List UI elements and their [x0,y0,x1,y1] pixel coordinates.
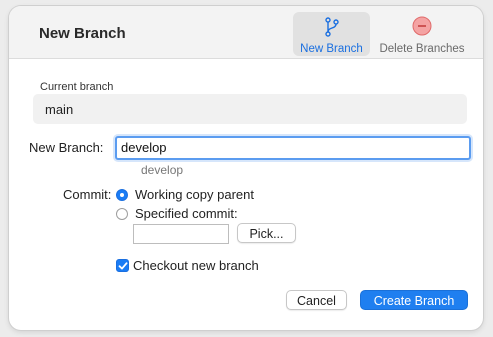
current-branch-label: Current branch [40,81,114,93]
tab-new-branch[interactable]: New Branch [293,12,370,56]
checkout-label[interactable]: Checkout new branch [133,258,259,273]
checkout-checkbox[interactable] [116,259,129,272]
cancel-button[interactable]: Cancel [286,290,347,310]
radio-working-copy-parent[interactable] [116,189,128,201]
checkmark-icon [118,262,128,270]
current-branch-box: main [33,94,467,124]
current-branch-value: main [45,102,74,117]
pick-button[interactable]: Pick... [237,223,296,243]
commit-label: Commit: [63,187,112,202]
new-branch-label: New Branch: [29,140,104,155]
radio-specified-commit[interactable] [116,208,128,220]
tab-delete-branches-label: Delete Branches [379,43,465,55]
working-copy-parent-label[interactable]: Working copy parent [135,187,254,202]
create-branch-button[interactable]: Create Branch [360,290,468,310]
dialog-title: New Branch [39,25,126,42]
branch-icon [293,16,370,38]
specified-commit-field[interactable] [133,224,229,244]
new-branch-dialog: New Branch New Branch Delete Branches Cu… [9,6,483,330]
new-branch-input[interactable] [117,138,465,156]
delete-circle-icon [372,16,472,38]
specified-commit-input[interactable] [134,225,228,243]
tab-delete-branches[interactable]: Delete Branches [372,12,472,56]
specified-commit-label[interactable]: Specified commit: [135,206,238,221]
new-branch-field[interactable] [115,136,471,160]
branch-name-hint: develop [141,163,184,177]
tab-new-branch-label: New Branch [300,43,363,55]
dialog-header: New Branch New Branch Delete Branches [9,6,483,59]
